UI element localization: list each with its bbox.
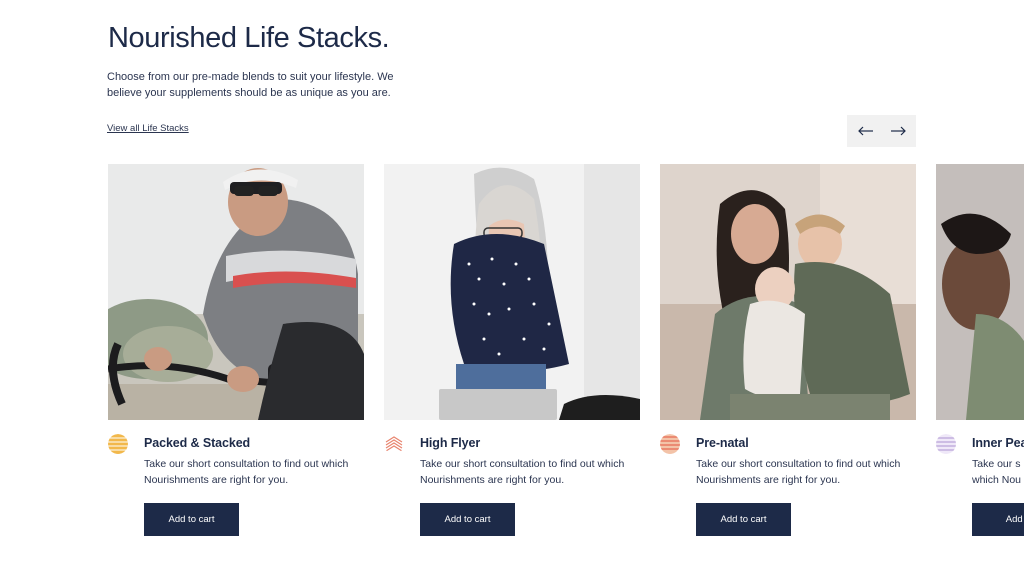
add-to-cart-button[interactable]: Add to cart xyxy=(420,503,515,536)
product-description: Take our short consultation to find out … xyxy=(696,458,901,486)
product-badge-icon xyxy=(108,434,128,454)
carousel-next-button[interactable] xyxy=(887,121,909,141)
product-title[interactable]: Pre-natal xyxy=(696,436,749,450)
product-description: Take our short consultation to find out … xyxy=(144,458,349,486)
add-to-cart-button[interactable]: Add to cart xyxy=(696,503,791,536)
product-card: High Flyer Take our short consultation t… xyxy=(384,164,640,536)
carousel-controls xyxy=(847,115,916,147)
product-badge-icon xyxy=(384,434,404,454)
product-image-mother-children[interactable] xyxy=(660,164,916,420)
arrow-left-icon xyxy=(857,126,873,136)
product-title[interactable]: Packed & Stacked xyxy=(144,436,250,450)
add-to-cart-button[interactable]: Add to cart xyxy=(144,503,239,536)
product-card: Packed & Stacked Take our short consulta… xyxy=(108,164,364,536)
add-to-cart-button[interactable]: Add to xyxy=(972,503,1024,536)
product-title[interactable]: High Flyer xyxy=(420,436,480,450)
product-image-woman-resting[interactable] xyxy=(936,164,1024,420)
intro-text: Choose from our pre-made blends to suit … xyxy=(107,71,394,99)
product-carousel: Packed & Stacked Take our short consulta… xyxy=(108,164,1024,564)
product-badge-icon xyxy=(660,434,680,454)
product-title[interactable]: Inner Pea xyxy=(972,436,1024,450)
page-title: Nourished Life Stacks. xyxy=(108,22,390,54)
carousel-prev-button[interactable] xyxy=(855,121,877,141)
arrow-right-icon xyxy=(890,126,906,136)
product-card: Inner Pea Take our s which Nou Add to xyxy=(936,164,1024,536)
product-image-woman-laptop[interactable] xyxy=(384,164,640,420)
view-all-life-stacks-link[interactable]: View all Life Stacks xyxy=(107,123,189,134)
product-description: Take our s which Nou xyxy=(972,458,1022,486)
product-description: Take our short consultation to find out … xyxy=(420,458,625,486)
product-card: Pre-natal Take our short consultation to… xyxy=(660,164,916,536)
product-image-cyclist[interactable] xyxy=(108,164,364,420)
product-badge-icon xyxy=(936,434,956,454)
